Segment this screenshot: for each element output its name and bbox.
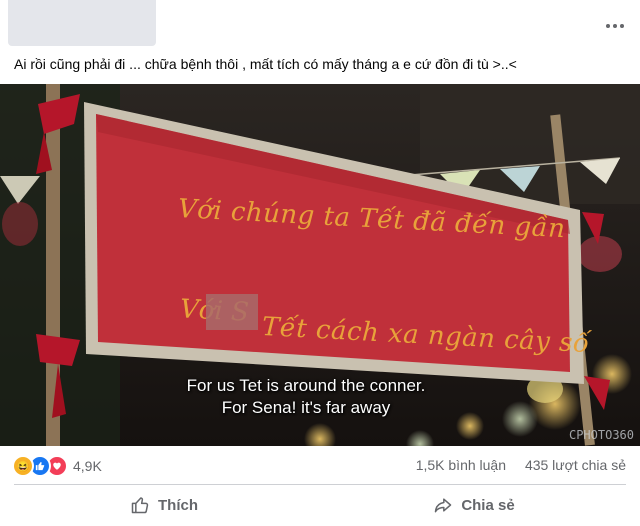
post-photo[interactable]: Với chúng ta Tết đã đến gần Với S Tết cá… [0,84,640,446]
actions-divider [14,484,626,485]
reactions-summary[interactable]: 😆 4,9K [12,455,102,477]
post-header [0,0,640,50]
subtitle-line1: For us Tet is around the conner. [186,376,426,395]
comments-count-link[interactable]: 1,5K bình luận [416,457,506,473]
subtitle-line2: For Sena! it's far away [221,398,391,417]
reaction-count: 4,9K [73,458,102,474]
author-placeholder-bar [8,0,156,46]
haha-reaction-icon: 😆 [12,455,34,477]
share-label: Chia sẻ [461,496,515,514]
share-arrow-icon [435,498,452,513]
more-dots-icon [606,24,610,28]
post-stats: 😆 4,9K 1,5K bình luận 435 lượt chia sẻ [0,452,640,478]
censor-blur [206,294,258,330]
shares-count-link[interactable]: 435 lượt chia sẻ [525,457,626,473]
thumbs-up-icon [131,497,149,514]
post-caption: Ai rồi cũng phải đi ... chữa bệnh thôi ,… [14,56,517,72]
watermark: CPHOTO360 [568,428,634,442]
like-label: Thích [158,496,198,514]
share-button[interactable]: Chia sẻ [322,488,626,522]
more-options-button[interactable] [604,20,626,32]
like-button[interactable]: Thích [14,488,314,522]
